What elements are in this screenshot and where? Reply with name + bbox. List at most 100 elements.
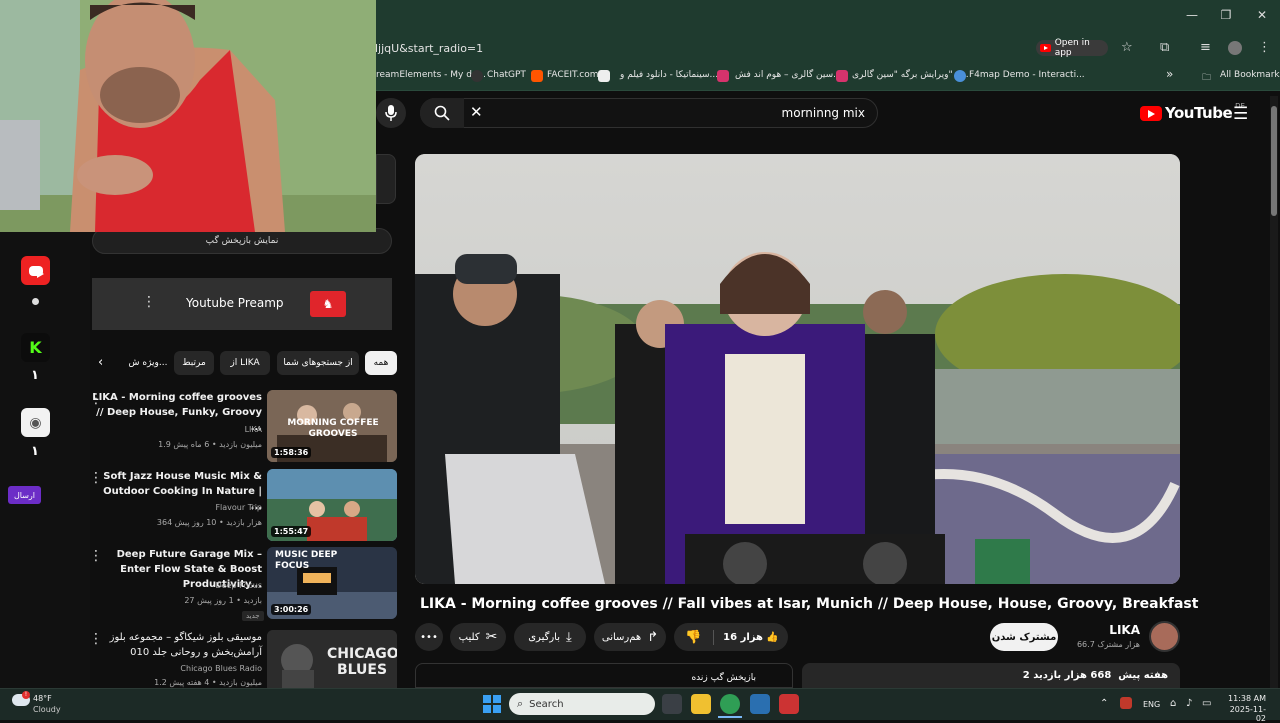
all-bookmarks[interactable]: All Bookmarks (1220, 70, 1280, 80)
weather-desc[interactable]: Cloudy (33, 705, 61, 714)
active-app-indicator (718, 716, 742, 718)
channel-avatar[interactable] (1149, 621, 1180, 652)
weather-temp[interactable]: 48°F (33, 694, 52, 703)
more-options-icon[interactable]: ⋮ (89, 391, 103, 407)
search-icon: ⌕ (517, 697, 524, 710)
more-actions-button[interactable]: ••• (415, 623, 443, 651)
bookmarks-overflow[interactable]: » (1166, 67, 1173, 81)
media-control-icon[interactable]: ≡ (1200, 40, 1211, 55)
clock-time[interactable]: 11:38 AM (1222, 694, 1266, 703)
live-chat-replay-panel[interactable]: بازپخش گپ زنده (415, 663, 793, 688)
video-meta: 27 بازدید • 1 روز پیش (184, 596, 262, 605)
thumbnail-text: CHICAGO BLUES (327, 646, 397, 678)
clip-button[interactable]: کلیپ ✂ (450, 623, 506, 651)
app-icon[interactable] (779, 694, 799, 714)
profile-avatar[interactable] (1228, 41, 1242, 55)
video-duration: 1:55:47 (271, 526, 312, 537)
collapsed-panel[interactable] (376, 154, 396, 204)
file-explorer-icon[interactable] (691, 694, 711, 714)
bookmark-item[interactable]: سینماتیکا - دانلود فیلم و... (620, 70, 718, 80)
channel-info: LIKA 66.7 هزار مشترک (1070, 623, 1140, 649)
chip-from-searches[interactable]: از جستجوهای شما (277, 351, 359, 375)
open-in-app-button[interactable]: Open in app (1036, 38, 1108, 58)
close-window-button[interactable]: ✕ (1252, 8, 1272, 22)
star-icon[interactable]: ☆ (1121, 40, 1133, 55)
bookmark-item[interactable]: F4map Demo - Interacti... (969, 70, 1085, 80)
scissors-icon: ✂ (485, 629, 498, 645)
voice-search-button[interactable] (376, 98, 406, 128)
bookmark-item[interactable]: ویرایش برگه "سین گالری" –... (852, 70, 969, 80)
extensions-icon[interactable]: ⧉ (1160, 40, 1169, 55)
subscribe-button[interactable]: مشترک شدن (990, 623, 1058, 651)
channel-name[interactable]: Chicago Blues Radio (92, 664, 262, 673)
tray-app-icon[interactable] (1120, 697, 1132, 709)
app-icon[interactable] (750, 694, 770, 714)
video-thumbnail[interactable]: MORNING COFFEE GROOVES 1:58:36 (267, 390, 397, 462)
video-thumbnail[interactable]: 1:55:47 (267, 469, 397, 541)
description-box[interactable]: 2 هفته پیش 668 هزار بازدید (802, 663, 1180, 688)
youtube-logo[interactable]: YouTube DE (1140, 102, 1245, 122)
youtube-app-icon[interactable] (21, 256, 50, 285)
search-query[interactable]: morninng mix (700, 106, 865, 120)
preamp-logo-icon[interactable]: ♞ (310, 291, 346, 317)
scrollbar[interactable] (1270, 96, 1278, 688)
status-dot (32, 298, 39, 305)
restore-button[interactable]: ❐ (1216, 8, 1236, 22)
share-button[interactable]: هم‌رسانی ↱ (594, 623, 666, 651)
more-options-icon[interactable]: ⋮ (89, 631, 103, 647)
share-icon: ↱ (647, 629, 659, 645)
preamp-menu-icon[interactable]: ⋮ (142, 294, 156, 310)
more-options-icon[interactable]: ⋮ (89, 470, 103, 486)
windows-start-icon[interactable] (483, 695, 501, 713)
bookmark-item[interactable]: ChatGPT (487, 70, 526, 80)
video-player[interactable] (415, 154, 1180, 584)
video-duration: 3:00:26 (271, 604, 312, 615)
chip-from-lika[interactable]: از LIKA (220, 351, 270, 375)
clear-search-icon[interactable]: ✕ (470, 103, 483, 121)
taskbar-search-label: Search (529, 698, 564, 710)
send-button[interactable]: ارسال (8, 486, 41, 504)
video-title[interactable]: موسیقی بلوز شیکاگو – مجموعه بلوز آرامش‌ب… (92, 630, 262, 660)
task-view-icon[interactable] (662, 694, 682, 714)
menu-icon[interactable]: ⋮ (1258, 40, 1271, 55)
bookmark-item[interactable]: reamElements - My da... (376, 70, 486, 80)
video-frame (415, 154, 1180, 584)
search-icon (434, 105, 450, 121)
minimize-button[interactable]: — (1182, 8, 1202, 22)
address-bar[interactable] (376, 35, 1280, 63)
tray-expand-icon[interactable]: ⌃ (1100, 698, 1108, 709)
taskbar-search[interactable]: ⌕ Search (509, 693, 655, 715)
download-button[interactable]: بارگیری ⤓ (514, 623, 586, 651)
url-text[interactable]: ljjqU&start_radio=1 (375, 42, 483, 55)
language-indicator[interactable]: ENG (1143, 700, 1160, 709)
channel-name[interactable]: LIKA (1070, 623, 1140, 637)
chip-all[interactable]: همه (365, 351, 397, 375)
search-button[interactable] (420, 98, 464, 128)
bookmark-item[interactable]: FACEIT.com (547, 70, 599, 80)
hamburger-menu-icon[interactable]: ☰ (1233, 104, 1248, 124)
chips-prev-icon[interactable]: ‹ (98, 355, 103, 370)
more-options-icon[interactable]: ⋮ (89, 548, 103, 564)
like-button[interactable]: 16 هزار 👍 (714, 632, 788, 643)
chip-featured[interactable]: ویژه ش... (128, 351, 168, 375)
bookmark-item[interactable]: سین گالری – هوم اند فش... (735, 70, 842, 80)
dislike-icon[interactable]: 👎 (674, 629, 714, 645)
chrome-icon[interactable] (720, 694, 740, 714)
channel-name[interactable]: LIKA (92, 425, 262, 434)
network-icon[interactable]: ⌂ (1170, 698, 1176, 709)
kick-app-icon[interactable]: K (21, 333, 50, 362)
channel-name[interactable]: Flavour Trip (92, 503, 262, 512)
app-strip (0, 232, 90, 688)
chip-related[interactable]: مرتبط (174, 351, 214, 375)
channel-name[interactable]: Deep Focus (92, 581, 262, 590)
weather-alert-icon: ! (22, 691, 30, 699)
eye-icon[interactable]: ◉ (21, 408, 50, 437)
clock-date[interactable]: 2025-11-02 (1222, 705, 1266, 723)
volume-icon[interactable]: ♪ (1186, 698, 1192, 709)
view-count: 668 هزار بازدید (1033, 670, 1112, 681)
battery-icon[interactable]: ▭ (1202, 698, 1211, 709)
video-thumbnail[interactable]: CHICAGO BLUES (267, 630, 397, 688)
video-thumbnail[interactable]: MUSIC DEEP FOCUS 3:00:26 (267, 547, 397, 619)
scrollbar-thumb[interactable] (1271, 106, 1277, 216)
webcam-image (0, 0, 376, 232)
